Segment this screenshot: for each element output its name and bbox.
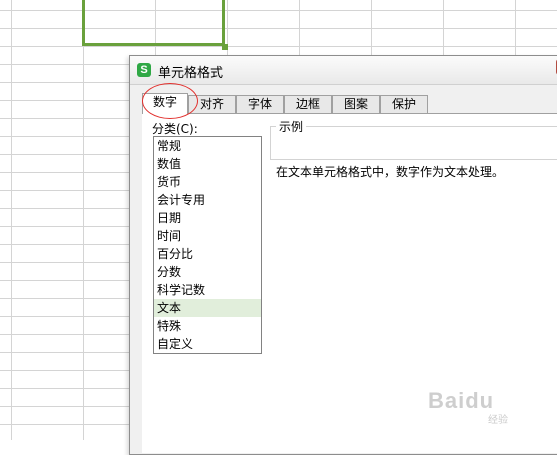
category-item-percentage[interactable]: 百分比: [154, 245, 261, 263]
category-item-custom[interactable]: 自定义: [154, 335, 261, 353]
tab-font[interactable]: 字体: [236, 95, 284, 113]
category-item-date[interactable]: 日期: [154, 209, 261, 227]
format-description: 在文本单元格格式中，数字作为文本处理。: [276, 165, 505, 179]
category-listbox[interactable]: 常规 数值 货币 会计专用 日期 时间 百分比 分数 科学记数 文本 特殊 自定…: [153, 136, 262, 354]
category-item-time[interactable]: 时间: [154, 227, 261, 245]
baidu-watermark-sub: 经验: [488, 415, 508, 426]
tab-protection[interactable]: 保护: [380, 95, 428, 113]
category-item-general[interactable]: 常规: [154, 137, 261, 155]
sample-groupbox: [270, 126, 557, 160]
baidu-watermark: Baidu: [428, 388, 495, 413]
category-item-currency[interactable]: 货币: [154, 173, 261, 191]
dialog-title: 单元格格式: [158, 66, 224, 81]
category-item-text[interactable]: 文本: [154, 299, 261, 317]
category-item-scientific[interactable]: 科学记数: [154, 281, 261, 299]
category-item-fraction[interactable]: 分数: [154, 263, 261, 281]
category-item-accounting[interactable]: 会计专用: [154, 191, 261, 209]
highlight-circle: [142, 83, 198, 119]
number-tab-panel: 分类(C): 常规 数值 货币 会计专用 日期 时间 百分比 分数 科学记数 文…: [142, 113, 557, 453]
category-item-number[interactable]: 数值: [154, 155, 261, 173]
dialog-titlebar[interactable]: S 单元格格式: [130, 56, 557, 85]
fill-handle[interactable]: [222, 44, 228, 50]
app-logo-icon: S: [137, 63, 151, 77]
active-cell[interactable]: [82, 0, 225, 46]
category-label: 分类(C):: [152, 122, 198, 136]
tab-pattern[interactable]: 图案: [332, 95, 380, 113]
tab-border[interactable]: 边框: [284, 95, 332, 113]
category-item-special[interactable]: 特殊: [154, 317, 261, 335]
sample-label: 示例: [276, 118, 307, 135]
